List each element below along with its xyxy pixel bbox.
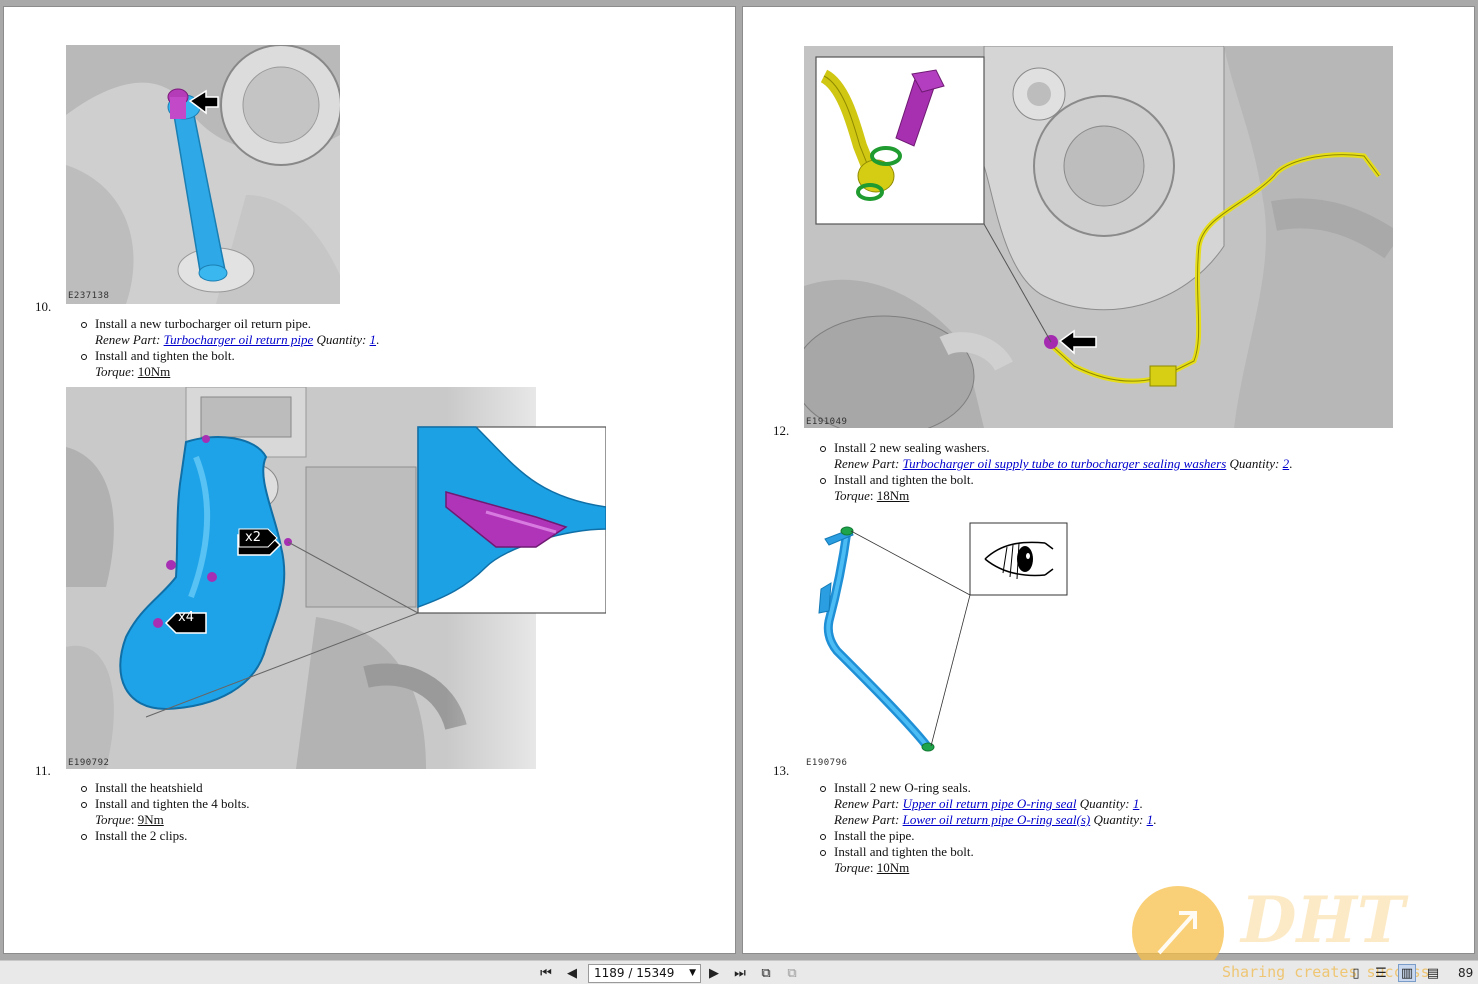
figure-step11-heatshield	[66, 387, 606, 769]
figure-code: E190792	[68, 758, 110, 768]
figure-code: E237138	[68, 291, 110, 301]
list-item: Install and tighten the bolt.	[818, 472, 1292, 488]
renew-part-link[interactable]: Turbocharger oil return pipe	[164, 332, 314, 347]
previous-page-button[interactable]: ◀	[563, 964, 581, 982]
two-page-continuous-icon[interactable]: ▤	[1424, 964, 1442, 982]
list-item: Install the heatshield	[79, 780, 250, 796]
figure-step12-oil-supply-tube	[804, 46, 1393, 428]
torque-line: Torque: 9Nm	[95, 812, 164, 827]
step-number: 11.	[35, 763, 51, 778]
list-item: Install and tighten the bolt.	[818, 844, 1156, 860]
right-page: E191049 12. Install 2 new sealing washer…	[742, 6, 1475, 978]
quantity-link[interactable]: 1	[1133, 796, 1140, 811]
torque-value: 10Nm	[137, 364, 171, 379]
forward-view-icon[interactable]: ⧉	[783, 964, 801, 982]
callout-x4-label: x4	[178, 610, 194, 625]
torque-line: Torque: 10Nm	[834, 860, 910, 875]
list-item: Install and tighten the 4 bolts.	[79, 796, 250, 812]
quantity-link[interactable]: 2	[1283, 456, 1290, 471]
renew-part-line: Renew Part: Turbocharger oil return pipe…	[95, 332, 380, 347]
step10-instructions: Install a new turbocharger oil return pi…	[79, 316, 379, 380]
figure-step10-oil-return-pipe	[66, 45, 340, 304]
zoom-level: 89	[1458, 966, 1474, 980]
single-page-icon[interactable]: ▯	[1347, 964, 1365, 982]
last-page-button[interactable]: ⏭	[731, 964, 749, 982]
left-page: E237138 10. Install a new turbocharger o…	[3, 6, 736, 954]
renew-part-line: Renew Part: Upper oil return pipe O-ring…	[834, 796, 1143, 811]
list-item: Install a new turbocharger oil return pi…	[79, 316, 379, 332]
renew-part-line: Renew Part: Lower oil return pipe O-ring…	[834, 812, 1157, 827]
torque-line: Torque: 18Nm	[834, 488, 910, 503]
watermark-text: DHT	[1241, 883, 1405, 958]
torque-value: 18Nm	[876, 488, 910, 503]
next-page-button[interactable]: ▶	[705, 964, 723, 982]
figure-code: E191049	[806, 417, 848, 427]
continuous-page-icon[interactable]: ☰	[1372, 964, 1390, 982]
renew-part-line: Renew Part: Turbocharger oil supply tube…	[834, 456, 1293, 471]
step-number: 12.	[773, 423, 790, 438]
two-page-icon[interactable]: ▥	[1398, 964, 1416, 982]
list-item: Install 2 new O-ring seals.	[818, 780, 1156, 796]
first-page-button[interactable]: ⏮	[537, 964, 555, 982]
renew-part-link[interactable]: Turbocharger oil supply tube to turbocha…	[903, 456, 1227, 471]
step-number: 10.	[35, 299, 52, 314]
renew-part-link[interactable]: Upper oil return pipe O-ring seal	[903, 796, 1077, 811]
list-item: Install the pipe.	[818, 828, 1156, 844]
page-number-input[interactable]: 1189 / 15349 ▼	[588, 964, 701, 983]
viewer-toolbar: ⏮ ◀ 1189 / 15349 ▼ ▶ ⏭ ⧉ ⧉ Sharing create…	[0, 960, 1478, 984]
step-number: 13.	[773, 763, 790, 778]
step11-instructions: Install the heatshield Install and tight…	[79, 780, 250, 844]
torque-value: 10Nm	[876, 860, 910, 875]
figure-code: E190796	[806, 758, 848, 768]
torque-line: Torque: 10Nm	[95, 364, 171, 379]
step12-instructions: Install 2 new sealing washers. Renew Par…	[818, 440, 1292, 504]
chevron-down-icon: ▼	[689, 968, 696, 978]
quantity-link[interactable]: 1	[1147, 812, 1154, 827]
list-item: Install the 2 clips.	[79, 828, 250, 844]
callout-x2-label: x2	[245, 530, 261, 545]
list-item: Install and tighten the bolt.	[79, 348, 379, 364]
step13-instructions: Install 2 new O-ring seals. Renew Part: …	[818, 780, 1156, 876]
list-item: Install 2 new sealing washers.	[818, 440, 1292, 456]
torque-value: 9Nm	[137, 812, 164, 827]
quantity-link[interactable]: 1	[370, 332, 377, 347]
renew-part-link[interactable]: Lower oil return pipe O-ring seal(s)	[903, 812, 1091, 827]
figure-step13-return-pipe	[807, 521, 1069, 761]
back-view-icon[interactable]: ⧉	[757, 964, 775, 982]
